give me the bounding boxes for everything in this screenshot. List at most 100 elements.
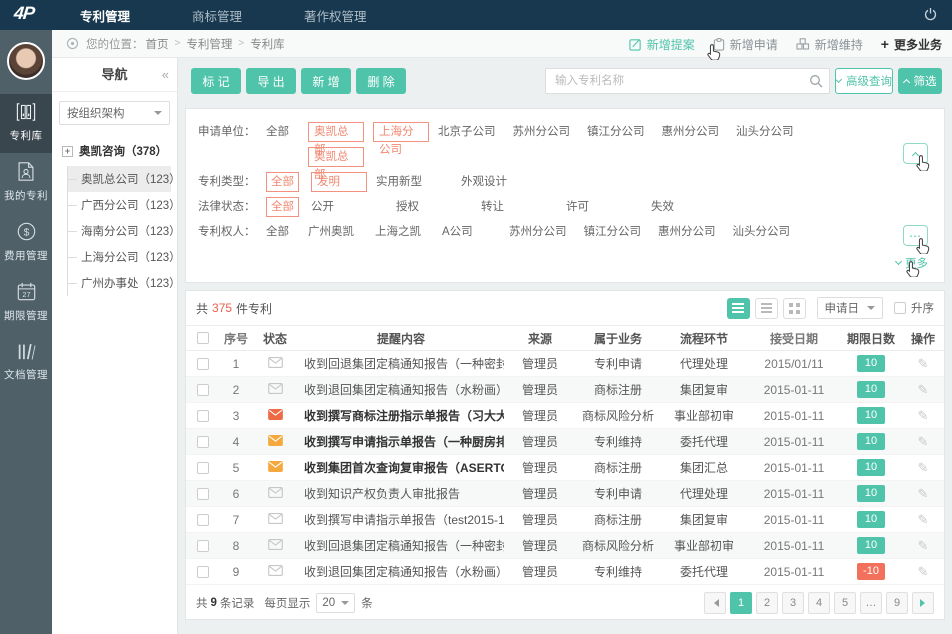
tree-root-node[interactable]: + 奥凯咨询（378）	[62, 143, 171, 159]
tree-expander-icon[interactable]: +	[62, 146, 73, 157]
filter-option-selected[interactable]: 发明	[311, 172, 367, 192]
edit-icon[interactable]: ✎	[918, 434, 929, 449]
tree-item[interactable]: 广西分公司（123）	[68, 192, 171, 218]
filter-option[interactable]: 全部	[266, 222, 308, 242]
filter-option-selected[interactable]: 奥凯总部	[308, 147, 364, 167]
sidebar-item-deadline-management[interactable]: 27 期限管理	[0, 273, 52, 333]
breadcrumb-home[interactable]: 首页	[146, 36, 169, 52]
advanced-query-button[interactable]: 高级查询	[835, 68, 893, 94]
add-button[interactable]: 新 增	[301, 68, 351, 94]
filter-option[interactable]: 惠州分公司	[658, 222, 716, 242]
filter-option[interactable]: 外观设计	[461, 172, 529, 192]
page-button[interactable]: 1	[730, 592, 752, 614]
filter-option[interactable]: 失效	[651, 197, 719, 217]
filter-option[interactable]: 公开	[311, 197, 379, 217]
more-business-button[interactable]: + 更多业务	[881, 36, 942, 53]
prev-page-button[interactable]	[704, 592, 726, 614]
tree-item[interactable]: 上海分公司（123）	[68, 244, 171, 270]
row-checkbox[interactable]	[197, 410, 209, 422]
tree-item[interactable]: 海南分公司（123）	[68, 218, 171, 244]
edit-icon[interactable]: ✎	[918, 486, 929, 501]
filter-option[interactable]: 苏州分公司	[513, 122, 571, 142]
filter-option[interactable]: 广州奥凯	[308, 222, 358, 242]
detail-view-toggle[interactable]	[755, 298, 778, 319]
export-button[interactable]: 导 出	[246, 68, 296, 94]
filter-option-selected[interactable]: 全部	[266, 172, 299, 192]
filter-option[interactable]: 转让	[481, 197, 549, 217]
filter-option[interactable]: 汕头分公司	[733, 222, 791, 242]
edit-icon[interactable]: ✎	[918, 564, 929, 579]
avatar[interactable]	[7, 42, 45, 80]
collapse-panel-button[interactable]: «	[162, 58, 169, 92]
edit-icon[interactable]: ✎	[918, 538, 929, 553]
new-maintenance-button[interactable]: 新增维持	[796, 36, 863, 53]
edit-icon[interactable]: ✎	[918, 512, 929, 527]
power-icon[interactable]	[923, 7, 938, 25]
edit-icon[interactable]: ✎	[918, 408, 929, 423]
breadcrumb-patent-mgmt[interactable]: 专利管理	[186, 36, 232, 52]
row-checkbox[interactable]	[197, 436, 209, 448]
tree-item[interactable]: 奥凯总公司（123）	[68, 166, 171, 192]
edit-icon[interactable]: ✎	[918, 356, 929, 371]
delete-button[interactable]: 删 除	[356, 68, 406, 94]
breadcrumb-patent-library[interactable]: 专利库	[250, 36, 285, 52]
ascending-checkbox[interactable]	[894, 302, 906, 314]
list-view-toggle[interactable]	[727, 298, 750, 319]
filter-option[interactable]: 苏州分公司	[509, 222, 567, 242]
filter-option-selected[interactable]: 奥凯总部	[308, 122, 364, 142]
top-menu-trademark[interactable]: 商标管理	[192, 6, 242, 25]
filter-option[interactable]: 汕头分公司	[736, 122, 794, 142]
filter-option[interactable]: A公司	[442, 222, 492, 242]
filter-option[interactable]: 北京子公司	[438, 122, 496, 142]
row-checkbox[interactable]	[197, 358, 209, 370]
top-menu-copyright[interactable]: 著作权管理	[304, 6, 367, 25]
filter-option-selected[interactable]: 上海分公司	[373, 122, 429, 142]
filter-option[interactable]: 实用新型	[376, 172, 444, 192]
edit-icon[interactable]: ✎	[918, 460, 929, 475]
row-checkbox[interactable]	[197, 488, 209, 500]
sidebar-item-patent-library[interactable]: 专利库	[0, 94, 52, 153]
tree-item[interactable]: 广州办事处（123）	[68, 270, 171, 296]
page-button[interactable]: 3	[782, 592, 804, 614]
page-button[interactable]: 9	[886, 592, 908, 614]
row-checkbox[interactable]	[197, 462, 209, 474]
filter-option[interactable]: 镇江分公司	[587, 122, 645, 142]
page-button[interactable]: 5	[834, 592, 856, 614]
grid-view-toggle[interactable]	[783, 298, 806, 319]
filter-option[interactable]: 上海之凯	[375, 222, 425, 242]
mail-status-icon	[268, 357, 283, 368]
row-checkbox[interactable]	[197, 514, 209, 526]
page-button[interactable]: 4	[808, 592, 830, 614]
sort-field-select[interactable]: 申请日	[817, 297, 884, 319]
more-filters-link[interactable]: 更多	[896, 255, 928, 271]
sidebar-item-fee-management[interactable]: $ 费用管理	[0, 213, 52, 273]
select-all-checkbox[interactable]	[197, 332, 209, 344]
search-icon[interactable]	[809, 74, 823, 91]
mark-button[interactable]: 标 记	[191, 68, 241, 94]
new-proposal-button[interactable]: 新增提案	[629, 36, 695, 53]
tree-mode-select[interactable]: 按组织架构	[59, 101, 170, 125]
row-checkbox[interactable]	[197, 540, 209, 552]
per-page-select[interactable]: 20	[316, 593, 355, 613]
filter-option[interactable]: 镇江分公司	[584, 222, 642, 242]
search-input[interactable]	[545, 68, 830, 94]
filter-option[interactable]: 惠州分公司	[662, 122, 720, 142]
edit-icon[interactable]: ✎	[918, 382, 929, 397]
row-checkbox[interactable]	[197, 566, 209, 578]
filter-option[interactable]: 授权	[396, 197, 464, 217]
row-checkbox[interactable]	[197, 384, 209, 396]
next-page-button[interactable]	[912, 592, 934, 614]
top-menu-patent[interactable]: 专利管理	[80, 6, 130, 25]
collapse-filter-button[interactable]	[903, 143, 928, 164]
sidebar-item-document-management[interactable]: 文档管理	[0, 333, 52, 392]
filter-option[interactable]: 全部	[266, 122, 308, 142]
new-application-button[interactable]: 新增申请	[713, 36, 778, 53]
filter-button[interactable]: 筛选	[898, 68, 942, 94]
filter-option-selected[interactable]: 全部	[266, 197, 299, 217]
filter-option[interactable]: 许可	[566, 197, 634, 217]
more-options-button[interactable]: ⋯	[903, 225, 928, 246]
app-logo[interactable]: 4P	[13, 3, 35, 24]
dollar-circle-icon: $	[17, 222, 36, 241]
page-button[interactable]: 2	[756, 592, 778, 614]
sidebar-item-my-patents[interactable]: 我的专利	[0, 153, 52, 213]
